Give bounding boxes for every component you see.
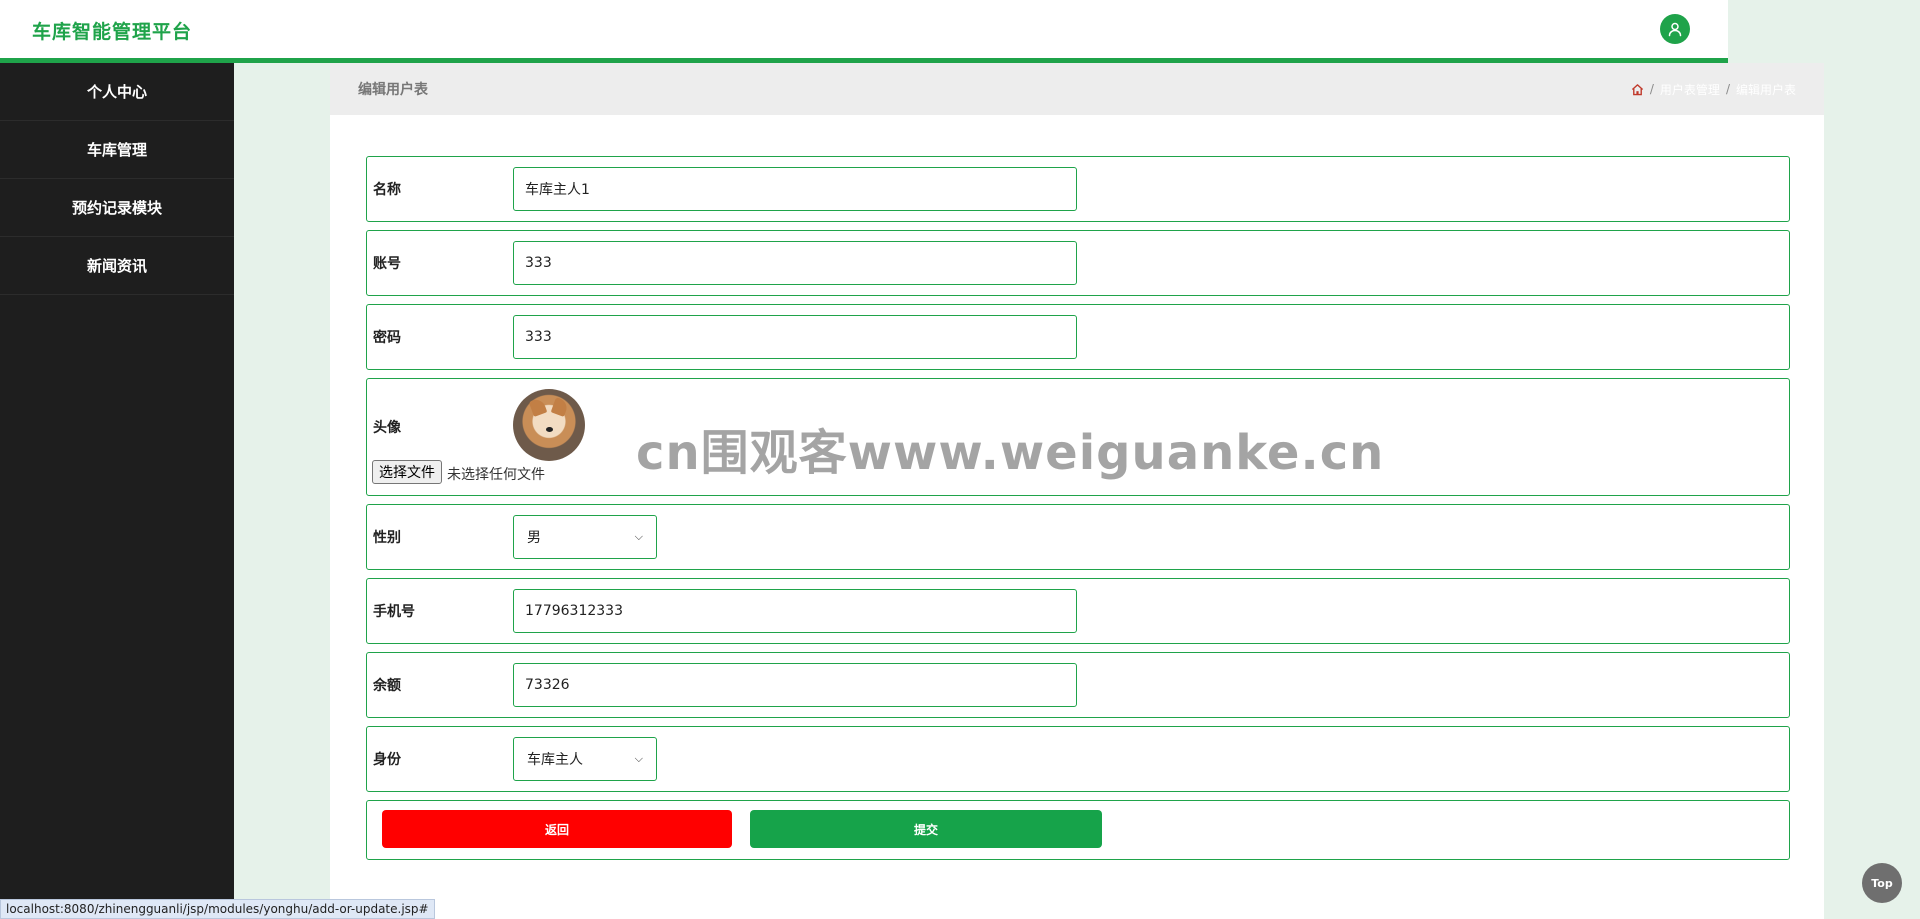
gender-label: 性别 bbox=[373, 530, 401, 546]
form-row-balance: 余额 73326 bbox=[366, 652, 1790, 718]
form-row-phone: 手机号 17796312333 bbox=[366, 578, 1790, 644]
account-input[interactable]: 333 bbox=[513, 241, 1077, 285]
choose-file-button[interactable]: 选择文件 bbox=[372, 460, 442, 484]
form-row-role: 身份 车库主人 ⌵ bbox=[366, 726, 1790, 792]
status-bar-url: localhost:8080/zhinengguanli/jsp/modules… bbox=[0, 899, 435, 919]
phone-label: 手机号 bbox=[373, 604, 415, 620]
gender-select-value: 男 bbox=[527, 530, 541, 546]
sidebar-item-label: 个人中心 bbox=[86, 83, 147, 101]
form-row-actions: 返回 提交 bbox=[366, 800, 1790, 860]
sidebar-item-label: 预约记录模块 bbox=[71, 199, 162, 217]
page-title: 编辑用户表 bbox=[358, 82, 428, 98]
sidebar-item-label: 车库管理 bbox=[86, 141, 147, 159]
account-label: 账号 bbox=[373, 256, 401, 272]
back-to-top-button[interactable]: Top bbox=[1862, 863, 1902, 903]
form-row-avatar: 头像 选择文件 未选择任何文件 bbox=[366, 378, 1790, 496]
file-status-text: 未选择任何文件 bbox=[447, 467, 545, 483]
breadcrumb-user-table-management[interactable]: 用户表管理 bbox=[1660, 81, 1720, 98]
form-row-gender: 性别 男 ⌵ bbox=[366, 504, 1790, 570]
form-row-name: 名称 车库主人1 bbox=[366, 156, 1790, 222]
avatar-label: 头像 bbox=[373, 420, 401, 436]
password-input[interactable]: 333 bbox=[513, 315, 1077, 359]
back-button[interactable]: 返回 bbox=[382, 810, 732, 848]
sidebar-item-label: 新闻资讯 bbox=[86, 257, 147, 275]
form-row-account: 账号 333 bbox=[366, 230, 1790, 296]
user-menu-button[interactable] bbox=[1660, 14, 1690, 44]
gender-select[interactable]: 男 ⌵ bbox=[513, 515, 657, 559]
balance-input[interactable]: 73326 bbox=[513, 663, 1077, 707]
user-icon bbox=[1668, 22, 1682, 37]
sidebar: 个人中心 车库管理 预约记录模块 新闻资讯 bbox=[0, 63, 234, 919]
breadcrumb-separator: / bbox=[1649, 82, 1654, 96]
name-label: 名称 bbox=[373, 182, 401, 198]
password-label: 密码 bbox=[373, 330, 401, 346]
edit-user-form: 名称 车库主人1 账号 333 密码 333 头像 选择文件 未选择任何文件 性… bbox=[366, 156, 1790, 868]
breadcrumb-separator: / bbox=[1725, 82, 1730, 96]
top-header: 车库智能管理平台 bbox=[0, 0, 1728, 58]
app-title: 车库智能管理平台 bbox=[32, 21, 193, 43]
sidebar-item-news[interactable]: 新闻资讯 bbox=[0, 237, 234, 295]
main-panel: 编辑用户表 / 用户表管理 / 编辑用户表 名称 车库主人1 账号 333 密码… bbox=[330, 63, 1824, 919]
home-icon[interactable] bbox=[1631, 83, 1644, 96]
role-select[interactable]: 车库主人 ⌵ bbox=[513, 737, 657, 781]
form-row-password: 密码 333 bbox=[366, 304, 1790, 370]
role-select-value: 车库主人 bbox=[527, 752, 583, 768]
breadcrumb-edit-user-table: 编辑用户表 bbox=[1735, 82, 1796, 97]
role-label: 身份 bbox=[373, 752, 401, 768]
avatar-preview-image bbox=[513, 389, 585, 461]
breadcrumb: / 用户表管理 / 编辑用户表 bbox=[1631, 81, 1796, 98]
phone-input[interactable]: 17796312333 bbox=[513, 589, 1077, 633]
chevron-down-icon: ⌵ bbox=[634, 752, 643, 765]
chevron-down-icon: ⌵ bbox=[634, 530, 643, 543]
sidebar-item-personal-center[interactable]: 个人中心 bbox=[0, 63, 234, 121]
sidebar-item-garage-management[interactable]: 车库管理 bbox=[0, 121, 234, 179]
name-input[interactable]: 车库主人1 bbox=[513, 167, 1077, 211]
balance-label: 余额 bbox=[373, 678, 401, 694]
submit-button[interactable]: 提交 bbox=[750, 810, 1102, 848]
panel-header: 编辑用户表 / 用户表管理 / 编辑用户表 bbox=[330, 63, 1824, 115]
sidebar-item-reservation-records[interactable]: 预约记录模块 bbox=[0, 179, 234, 237]
